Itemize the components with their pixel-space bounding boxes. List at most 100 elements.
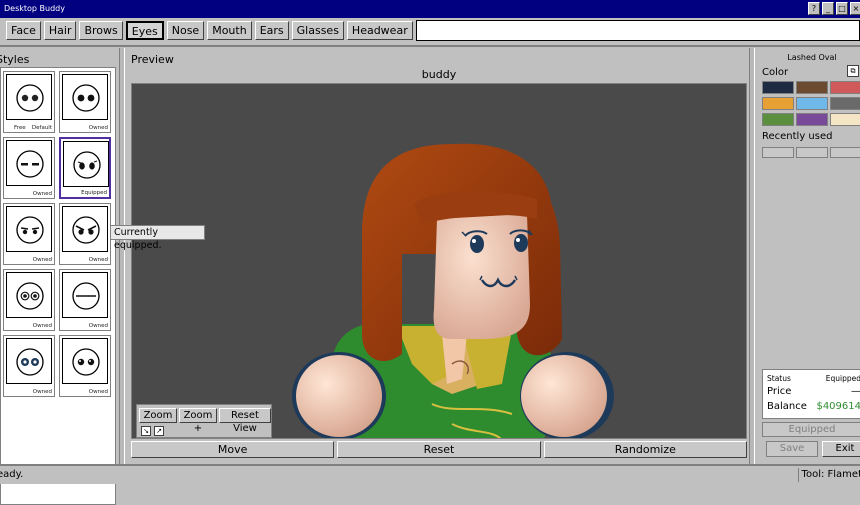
move-button[interactable]: Move [131,441,335,458]
color-swatch[interactable] [796,113,828,126]
zoom-in-button[interactable]: Zoom + [179,408,217,434]
style-state-label: Owned [32,257,52,263]
copy-icon[interactable]: ⧉ [847,65,859,77]
style-state-label: Owned [32,389,52,395]
style-preview [62,74,108,120]
maximize-button[interactable]: □ [836,2,848,15]
zoom-controls: Zoom − Zoom + Reset View ↘ ↗ [136,404,272,438]
color-swatch[interactable] [796,97,828,110]
color-label: Color [762,67,789,78]
style-state-label: Equipped [81,190,107,196]
randomize-button[interactable]: Randomize [543,441,747,458]
zoom-out-button[interactable]: Zoom − [139,408,177,434]
minimize-button[interactable]: _ [822,2,834,15]
tab-face[interactable]: Face [6,21,41,40]
close-button[interactable]: × [850,2,860,15]
reset-view-button[interactable]: Reset View [219,408,271,434]
save-button[interactable]: Save [766,441,818,457]
color-swatch[interactable] [762,81,794,94]
color-swatch[interactable] [796,81,828,94]
rotate-icon[interactable]: ↗ [154,426,164,436]
exit-button[interactable]: Exit [822,441,860,457]
details-panel: Lashed Oval Color ⧉ Recently used Status… [756,48,860,464]
style-state-label: Default [31,125,52,131]
recent-color-slot[interactable] [830,147,860,158]
style-preview [6,74,52,120]
style-state-label: Owned [32,323,52,329]
style-preview [62,206,108,252]
status-separator [798,468,799,482]
style-card-1[interactable]: Free Default [3,71,55,133]
color-swatch[interactable] [762,113,794,126]
pan-icon[interactable]: ↘ [141,426,151,436]
style-preview [62,338,108,384]
title-bar: Desktop Buddy ? _ □ × [0,0,860,18]
style-state-label: Owned [32,191,52,197]
tool-indicator: Tool: Flamet [801,469,860,480]
right-splitter[interactable] [749,48,755,464]
tab-mouth[interactable]: Mouth [207,21,252,40]
tab-glasses[interactable]: Glasses [291,21,344,40]
balance-label: Balance [767,401,807,412]
style-card-9[interactable]: Owned [3,335,55,397]
price-value: — [851,386,860,397]
style-state-label: Owned [88,389,108,395]
item-name: Lashed Oval [787,53,837,62]
style-state-label: Owned [88,257,108,263]
style-card-7[interactable]: Owned [3,269,55,331]
tab-nose[interactable]: Nose [166,21,205,40]
category-tabs: Face Hair Brows Eyes Nose Mouth Ears Gla… [0,18,860,45]
buddy-avatar [292,143,614,438]
style-card-4-equipped[interactable]: Equipped [59,137,111,199]
style-card-10[interactable]: Owned [59,335,111,397]
color-swatch[interactable] [830,113,860,126]
tab-ears[interactable]: Ears [254,21,289,40]
style-state-label: Owned [88,323,108,329]
preview-actions: Move Reset Randomize [131,441,747,458]
style-card-2[interactable]: Owned [59,71,111,133]
recent-color-slot[interactable] [762,147,794,158]
window-controls: ? _ □ × [808,2,860,15]
tab-bar-fill [415,20,860,41]
styles-panel: Styles Free Default Owned Owned [0,48,205,505]
color-swatch[interactable] [830,81,860,94]
divider [0,45,860,47]
balance-value: $409614 [816,401,860,412]
style-preview [6,272,52,318]
recent-color-slot[interactable] [796,147,828,158]
tab-brows[interactable]: Brows [79,21,123,40]
style-preview [6,206,52,252]
recent-label: Recently used [762,131,833,142]
style-preview [6,140,52,186]
style-preview [62,272,108,318]
style-preview [63,141,109,187]
color-swatch[interactable] [762,97,794,110]
status-box: Status Equipped Price — Balance $409614 [762,369,860,419]
equipped-button[interactable]: Equipped [762,422,860,437]
style-preview [6,338,52,384]
style-card-3[interactable]: Owned [3,137,55,199]
tab-hair[interactable]: Hair [43,21,77,40]
styles-title: Styles [0,53,30,66]
equipped-tooltip: Currently equipped. [110,225,205,251]
status-label: Status [767,374,791,383]
style-state-label: Owned [88,125,108,131]
price-label: Price [767,386,792,397]
style-card-5[interactable]: Owned [3,203,55,265]
tab-headwear[interactable]: Headwear [346,21,413,40]
buddy-name: buddy [421,68,457,81]
style-card-6[interactable]: Owned [59,203,111,265]
preview-viewport[interactable]: Zoom − Zoom + Reset View ↘ ↗ [131,83,747,439]
style-free-label: Free [14,125,26,131]
reset-button[interactable]: Reset [337,441,541,458]
styles-grid: Free Default Owned Owned Equipped Owned … [0,67,116,505]
help-button[interactable]: ? [808,2,820,15]
color-swatch[interactable] [830,97,860,110]
status-value: Equipped [825,374,860,383]
style-card-8[interactable]: Owned [59,269,111,331]
preview-title: Preview [131,53,174,66]
tab-eyes[interactable]: Eyes [125,21,164,40]
window-title: Desktop Buddy [4,4,65,13]
left-splitter[interactable] [119,48,125,464]
status-bar: eady. Tool: Flamet [0,464,860,484]
